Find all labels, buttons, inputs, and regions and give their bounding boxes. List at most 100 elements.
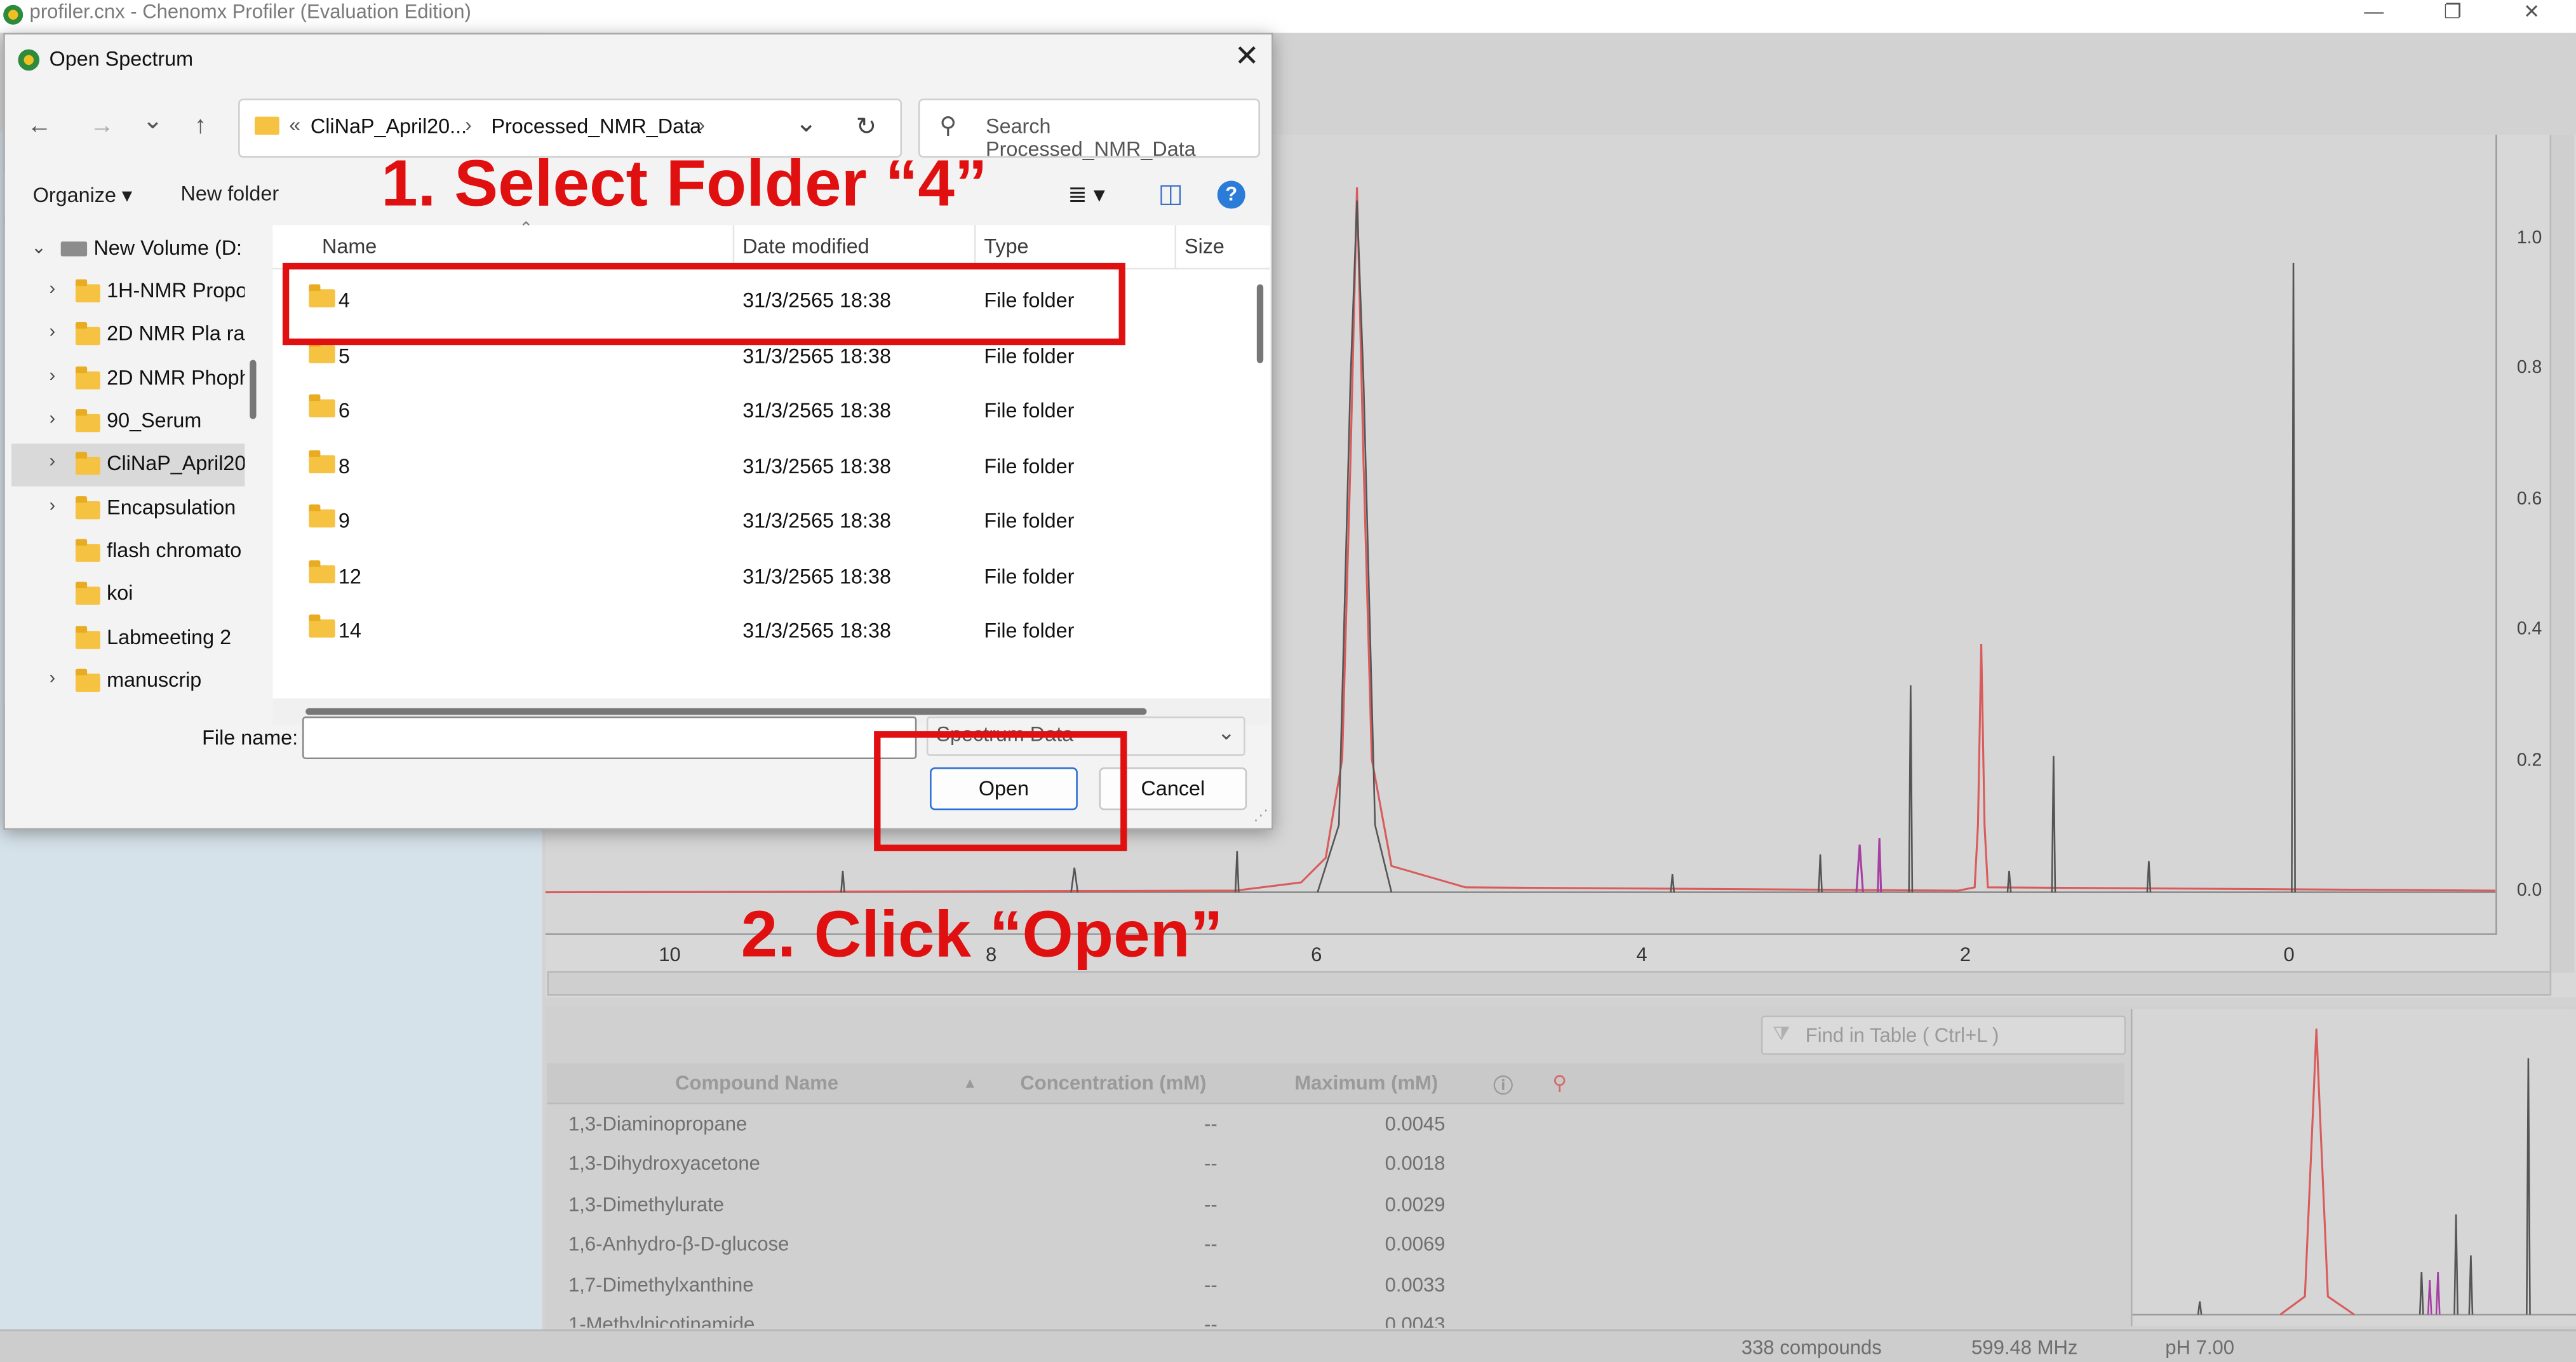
file-row-9[interactable]: 9 31/3/2565 18:38 File folder [272, 495, 1242, 549]
resize-grip-icon[interactable]: ⋰ [1254, 807, 1268, 825]
address-dropdown-icon[interactable]: ⌄ [795, 107, 817, 140]
highlight-folder-4 [282, 262, 1125, 346]
spectrum-hscrollbar[interactable] [547, 971, 2552, 996]
col-maximum[interactable]: Maximum (mM) [1294, 1072, 1438, 1095]
help-icon[interactable]: ? [1217, 180, 1245, 209]
sort-caret-icon: ⌃ [519, 220, 533, 239]
tree-item-2d-nmr-phoph[interactable]: › 2D NMR Phoph [5, 358, 245, 401]
col-concentration[interactable]: Concentration (mM) [1020, 1072, 1206, 1095]
folder-icon [309, 614, 335, 638]
table-row[interactable]: 1,3-Dihydroxyacetone -- 0.0018 [547, 1143, 2107, 1183]
highlight-open-button [874, 731, 1127, 851]
chenomx-logo-icon [18, 49, 40, 71]
col-type[interactable]: Type [984, 235, 1028, 258]
tree-item-labmeeting[interactable]: Labmeeting 2 [5, 618, 245, 661]
y-axis: 1.0 0.8 0.6 0.4 0.2 0.0 [2497, 135, 2550, 933]
find-placeholder: Find in Table ( Ctrl+L ) [1805, 1023, 1999, 1047]
file-row-6[interactable]: 6 31/3/2565 18:38 File folder [272, 384, 1242, 438]
refresh-icon[interactable]: ↻ [856, 112, 877, 141]
tree-item-90-serum[interactable]: › 90_Serum [5, 401, 245, 443]
up-arrow-icon[interactable]: ↑ [182, 112, 218, 140]
chenomx-logo-icon [3, 4, 23, 25]
app-window: profiler.cnx - Chenomx Profiler (Evaluat… [0, 0, 2576, 1362]
minimize-button[interactable]: — [2349, 0, 2399, 23]
tree-item-koi[interactable]: koi [5, 574, 245, 616]
address-overflow[interactable]: « [289, 113, 300, 136]
file-row-14[interactable]: 14 31/3/2565 18:38 File folder [272, 605, 1242, 659]
search-placeholder: Search Processed_NMR_Data [986, 115, 1196, 161]
file-row-12[interactable]: 12 31/3/2565 18:38 File folder [272, 551, 1242, 605]
folder-icon [309, 340, 335, 363]
y-tick: 1.0 [2516, 228, 2542, 248]
col-date-modified[interactable]: Date modified [742, 235, 869, 258]
x-tick: 2 [1959, 943, 1971, 966]
x-tick: 6 [1311, 943, 1322, 966]
table-row[interactable]: 1,3-Dimethylurate -- 0.0029 [547, 1185, 2107, 1224]
tree-item-1h-nmr[interactable]: › 1H-NMR Propo [5, 271, 245, 314]
col-size[interactable]: Size [1184, 235, 1224, 258]
file-list-vscrollbar[interactable] [1256, 284, 1264, 363]
folder-icon [75, 539, 100, 562]
file-row-8[interactable]: 8 31/3/2565 18:38 File folder [272, 440, 1242, 494]
organize-button[interactable]: Organize ▾ [33, 182, 132, 207]
new-folder-button[interactable]: New folder [181, 182, 279, 205]
folder-icon [75, 409, 100, 433]
tree-item-2d-nmr-pla[interactable]: › 2D NMR Pla ra [5, 314, 245, 356]
dialog-titlebar: Open Spectrum ✕ [5, 34, 1271, 84]
folder-icon [75, 496, 100, 520]
close-icon[interactable]: ✕ [1227, 39, 1266, 74]
file-list-hscrollbar[interactable] [305, 708, 1147, 715]
search-icon: ⚲ [939, 111, 957, 138]
column-divider [974, 225, 976, 268]
folder-icon [309, 394, 335, 418]
tree-item-encapsulation[interactable]: › Encapsulation [5, 488, 245, 530]
back-arrow-icon[interactable]: ← [22, 112, 58, 140]
folder-icon [75, 321, 100, 346]
table-row[interactable]: 1,6-Anhydro-β-D-glucose -- 0.0069 [547, 1224, 2107, 1264]
table-row[interactable]: 1,3-Diaminopropane -- 0.0045 [547, 1104, 2107, 1143]
annotation-step-1: 1. Select Folder “4” [381, 147, 988, 220]
table-row[interactable]: 1-Methylnicotinamide -- 0.0043 [547, 1305, 2107, 1328]
mini-spectrum[interactable] [2130, 1009, 2576, 1326]
preview-pane-icon[interactable]: ◫ [1158, 177, 1183, 210]
view-options-icon[interactable]: ≣ ▾ [1068, 181, 1105, 209]
tree-item-new-volume[interactable]: ⌄ New Volume (D: [5, 229, 245, 271]
breadcrumb-separator: › [465, 113, 472, 137]
folder-icon [75, 581, 100, 605]
tree-item-manuscrip[interactable]: › manuscrip [5, 661, 245, 703]
funnel-icon: ⧩ [1773, 1021, 1790, 1046]
dialog-title: Open Spectrum [49, 48, 194, 71]
close-window-button[interactable]: ✕ [2507, 0, 2556, 23]
y-tick: 0.4 [2516, 619, 2542, 640]
forward-arrow-icon[interactable]: → [84, 112, 120, 140]
status-frequency: 599.48 MHz [1971, 1335, 2078, 1359]
folder-icon [309, 450, 335, 473]
recent-locations-chevron-icon[interactable]: ⌄ [135, 105, 171, 135]
folder-icon [309, 504, 335, 528]
drive-icon [60, 241, 88, 257]
tree-item-flash-chromato[interactable]: flash chromato [5, 531, 245, 574]
table-row[interactable]: 1,7-Dimethylxanthine -- 0.0033 [547, 1265, 2107, 1305]
x-tick: 0 [2283, 943, 2295, 966]
file-name-label: File name: [202, 726, 299, 750]
pin-icon: ⚲ [1552, 1071, 1567, 1095]
find-in-table-input[interactable]: ⧩ Find in Table ( Ctrl+L ) [1761, 1015, 2126, 1055]
info-icon: ⓘ [1493, 1074, 1513, 1098]
chevron-down-icon: ⌄ [1217, 719, 1235, 745]
column-divider [1174, 225, 1177, 268]
file-name-input[interactable] [302, 716, 917, 760]
spectrum-vscrollbar[interactable] [2549, 135, 2575, 973]
breadcrumb-processed-nmr-data[interactable]: Processed_NMR_Data [491, 115, 701, 138]
tree-scrollbar[interactable] [250, 360, 257, 419]
mini-spectrum-trace [2132, 1028, 2576, 1316]
restore-button[interactable]: ❐ [2428, 0, 2478, 23]
breadcrumb-clinap[interactable]: CliNaP_April20... [311, 115, 467, 138]
navigation-pane: ⌄ New Volume (D: › 1H-NMR Propo › 2D NMR… [4, 225, 255, 705]
column-divider [732, 225, 735, 268]
col-compound-name[interactable]: Compound Name [675, 1072, 838, 1095]
status-bar: 338 compounds 599.48 MHz pH 7.00 [0, 1329, 2576, 1362]
folder-icon [254, 116, 279, 135]
col-name[interactable]: Name [322, 235, 377, 258]
window-titlebar: profiler.cnx - Chenomx Profiler (Evaluat… [0, 0, 2576, 33]
tree-item-clinap[interactable]: › CliNaP_April20 [11, 443, 245, 487]
